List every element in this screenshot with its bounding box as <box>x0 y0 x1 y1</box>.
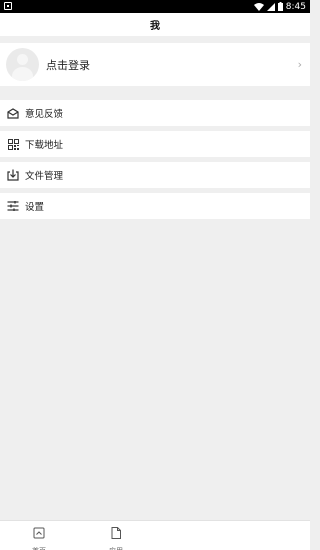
signal-icon <box>266 2 275 11</box>
bottom-nav: 首页 应用 <box>0 520 310 550</box>
status-time: 8:45 <box>285 1 306 12</box>
menu-item-download-address[interactable]: 下载地址 <box>0 131 310 157</box>
title-bar: 我 <box>0 13 310 36</box>
status-bar: 8:45 <box>0 0 310 13</box>
battery-icon <box>277 2 283 11</box>
nav-item-apps[interactable]: 应用 <box>98 524 134 550</box>
home-icon <box>33 524 45 543</box>
nav-item-label: 首页 <box>32 546 46 550</box>
menu-item-label: 下载地址 <box>25 140 64 151</box>
avatar <box>6 48 39 81</box>
menu-item-feedback[interactable]: 意见反馈 <box>0 100 310 126</box>
document-icon <box>111 524 121 543</box>
menu-item-settings[interactable]: 设置 <box>0 193 310 219</box>
notification-icon <box>4 2 12 10</box>
nav-item-home[interactable]: 首页 <box>21 524 57 550</box>
mail-icon <box>7 107 19 119</box>
menu-item-label: 设置 <box>25 202 45 213</box>
qrcode-icon <box>7 138 19 150</box>
menu-item-label: 意见反馈 <box>25 109 64 120</box>
chevron-right-icon: › <box>297 58 302 71</box>
download-icon <box>7 169 19 181</box>
menu-item-file-management[interactable]: 文件管理 <box>0 162 310 188</box>
login-label: 点击登录 <box>46 58 90 72</box>
nav-item-label: 应用 <box>109 546 123 550</box>
menu-item-label: 文件管理 <box>25 171 64 182</box>
page-title: 我 <box>150 21 160 32</box>
wifi-icon <box>253 2 264 11</box>
settings-icon <box>7 200 19 212</box>
login-card[interactable]: 点击登录 › <box>0 43 310 86</box>
